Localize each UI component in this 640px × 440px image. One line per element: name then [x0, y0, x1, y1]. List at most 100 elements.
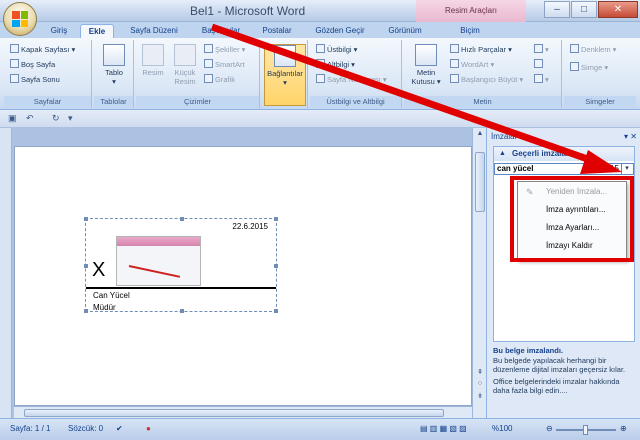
group-metin: Metin Kutusu ▾ Hızlı Parçalar ▾ WordArt …	[404, 40, 562, 108]
sayfa-sonu-button[interactable]: Sayfa Sonu	[10, 74, 60, 84]
proofing-icon[interactable]: ✔	[116, 424, 123, 433]
tab-basvurular[interactable]: Başvurular	[192, 24, 250, 38]
tab-sayfa-duzeni[interactable]: Sayfa Düzeni	[120, 24, 188, 38]
date-time-button[interactable]	[534, 59, 545, 69]
signature-image	[116, 236, 201, 286]
zoom-slider-knob[interactable]	[583, 425, 588, 435]
collapse-chevron-icon[interactable]: ▲	[499, 147, 506, 161]
resize-handle[interactable]	[274, 309, 278, 313]
tab-giris[interactable]: Giriş	[44, 24, 74, 38]
ribbon-tabs: Giriş Ekle Sayfa Düzeni Başvurular Posta…	[0, 22, 640, 38]
group-label-sayfalar: Sayfalar	[4, 96, 91, 108]
signature-x-mark: X	[92, 259, 106, 281]
maximize-button[interactable]: □	[571, 1, 597, 18]
minimize-button[interactable]: –	[544, 1, 570, 18]
signature-line-button[interactable]: ▾	[534, 44, 549, 54]
resize-handle[interactable]	[274, 217, 278, 221]
metin-kutusu-button[interactable]: Metin Kutusu ▾	[408, 44, 444, 86]
ustbilgi-button[interactable]: Üstbilgi ▾	[316, 44, 357, 54]
denklem-button[interactable]: Denklem ▾	[570, 44, 616, 54]
simge-button[interactable]: Simge ▾	[570, 62, 608, 72]
resize-handle[interactable]	[180, 309, 184, 313]
resim-button[interactable]: Resim	[140, 44, 166, 77]
group-simgeler: Denklem ▾ Simge ▾ Simgeler	[564, 40, 636, 108]
group-ustbilgi: Üstbilgi ▾ Altbilgi ▾ Sayfa Numarası ▾ Ü…	[310, 40, 402, 108]
signature-date: 22.6.2015	[232, 222, 268, 231]
smartart-button[interactable]: SmartArt	[204, 59, 245, 69]
customize-qat-icon[interactable]: ▾	[68, 113, 73, 124]
signed-notice-title: Bu belge imzalandı.	[493, 346, 564, 355]
pane-controls[interactable]: ▾ ✕	[624, 130, 637, 144]
zoom-in-icon[interactable]: ⊕	[620, 424, 627, 433]
tab-gozden-gecir[interactable]: Gözden Geçir	[305, 24, 375, 38]
pane-header: İmzalar ▾ ✕	[487, 130, 640, 144]
scroll-up-icon[interactable]: ▲	[475, 130, 485, 140]
chevron-down-icon[interactable]: ▾	[621, 164, 632, 174]
signer-name: Can Yücel	[93, 291, 130, 300]
save-icon[interactable]: ▣	[8, 113, 17, 124]
tab-postalar[interactable]: Postalar	[255, 24, 299, 38]
object-button[interactable]: ▾	[534, 74, 549, 84]
kucuk-resim-button[interactable]: Küçük Resim	[170, 44, 200, 86]
tablo-button[interactable]: Tablo ▾	[100, 44, 128, 86]
signed-notice-text: Bu belgede yapılacak herhangi bir düzenl…	[493, 355, 626, 375]
horizontal-scrollbar[interactable]	[14, 406, 472, 418]
signatures-pane: İmzalar ▾ ✕ ▲ Geçerli imzalar: can yücel…	[486, 128, 640, 418]
page-count[interactable]: Sayfa: 1 / 1	[10, 424, 50, 433]
chart-icon	[204, 74, 213, 83]
wordart-button[interactable]: WordArt ▾	[450, 59, 494, 69]
tab-bicim[interactable]: Biçim	[450, 24, 490, 38]
smartart-icon	[204, 59, 213, 68]
baslangici-buyut-button[interactable]: Başlangıcı Büyüt ▾	[450, 74, 523, 84]
redo-icon[interactable]: ↻	[52, 113, 60, 124]
ribbon: Kapak Sayfası ▾ Boş Sayfa Sayfa Sonu Say…	[0, 38, 640, 110]
kapak-sayfasi-button[interactable]: Kapak Sayfası ▾	[10, 44, 75, 54]
signature-line-object[interactable]: 22.6.2015 X Can Yücel Müdür	[84, 217, 278, 313]
group-label-cizimler: Çizimler	[136, 96, 259, 108]
grafik-button[interactable]: Grafik	[204, 74, 235, 84]
office-logo-icon	[12, 11, 28, 27]
word-count[interactable]: Sözcük: 0	[68, 424, 103, 433]
vertical-scrollbar[interactable]: ▲ ⇞ ○ ⇟	[472, 128, 486, 418]
valid-signatures-section[interactable]: ▲ Geçerli imzalar:	[494, 147, 634, 161]
zoom-out-icon[interactable]: ⊖	[546, 424, 553, 433]
sayfa-numarasi-button[interactable]: Sayfa Numarası ▾	[316, 74, 387, 84]
browse-object-icon[interactable]: ○	[475, 380, 485, 390]
title-bar: Bel1 - Microsoft Word Resim Araçları – □…	[0, 0, 640, 22]
signature-entry-date: 22.6.2015	[583, 164, 619, 173]
bos-sayfa-button[interactable]: Boş Sayfa	[10, 59, 55, 69]
hizli-parcalar-button[interactable]: Hızlı Parçalar ▾	[450, 44, 512, 54]
resize-handle[interactable]	[84, 264, 88, 268]
undo-icon[interactable]: ↶	[26, 113, 34, 124]
quick-parts-icon	[450, 44, 459, 53]
quick-access-toolbar: ▣ ↶ ↻ ▾	[0, 110, 640, 128]
signature-status-icon[interactable]: ●	[146, 424, 151, 433]
resize-handle[interactable]	[84, 309, 88, 313]
view-buttons[interactable]: ▤ ▥ ▦ ▧ ▨	[420, 424, 467, 433]
window-controls: – □ ✕	[543, 1, 638, 18]
footer-icon	[316, 59, 325, 68]
tab-ekle[interactable]: Ekle	[80, 24, 114, 38]
more-info-link[interactable]: Office belgelerindeki imzalar hakkında d…	[493, 377, 635, 396]
highlight-frame	[510, 176, 634, 262]
office-button[interactable]	[3, 2, 37, 36]
date-time-icon	[534, 59, 543, 68]
horizontal-scroll-thumb[interactable]	[24, 409, 444, 417]
close-button[interactable]: ✕	[598, 1, 638, 18]
header-icon	[316, 44, 325, 53]
baglantilar-button[interactable]: Bağlantılar ▾	[264, 44, 306, 106]
zoom-level[interactable]: %100	[492, 424, 512, 433]
previous-page-icon[interactable]: ⇞	[475, 368, 485, 378]
resize-handle[interactable]	[84, 217, 88, 221]
group-tablolar: Tablo ▾ Tablolar	[94, 40, 134, 108]
resize-handle[interactable]	[180, 217, 184, 221]
next-page-icon[interactable]: ⇟	[475, 392, 485, 402]
signer-title: Müdür	[93, 303, 116, 312]
signature-entry[interactable]: can yücel 22.6.2015 ▾	[494, 163, 634, 175]
altbilgi-button[interactable]: Altbilgi ▾	[316, 59, 355, 69]
vertical-scroll-thumb[interactable]	[475, 152, 485, 212]
tab-gorunum[interactable]: Görünüm	[380, 24, 430, 38]
sekiller-button[interactable]: Şekiller ▾	[204, 44, 245, 54]
shapes-icon	[204, 44, 213, 53]
resize-handle[interactable]	[274, 264, 278, 268]
